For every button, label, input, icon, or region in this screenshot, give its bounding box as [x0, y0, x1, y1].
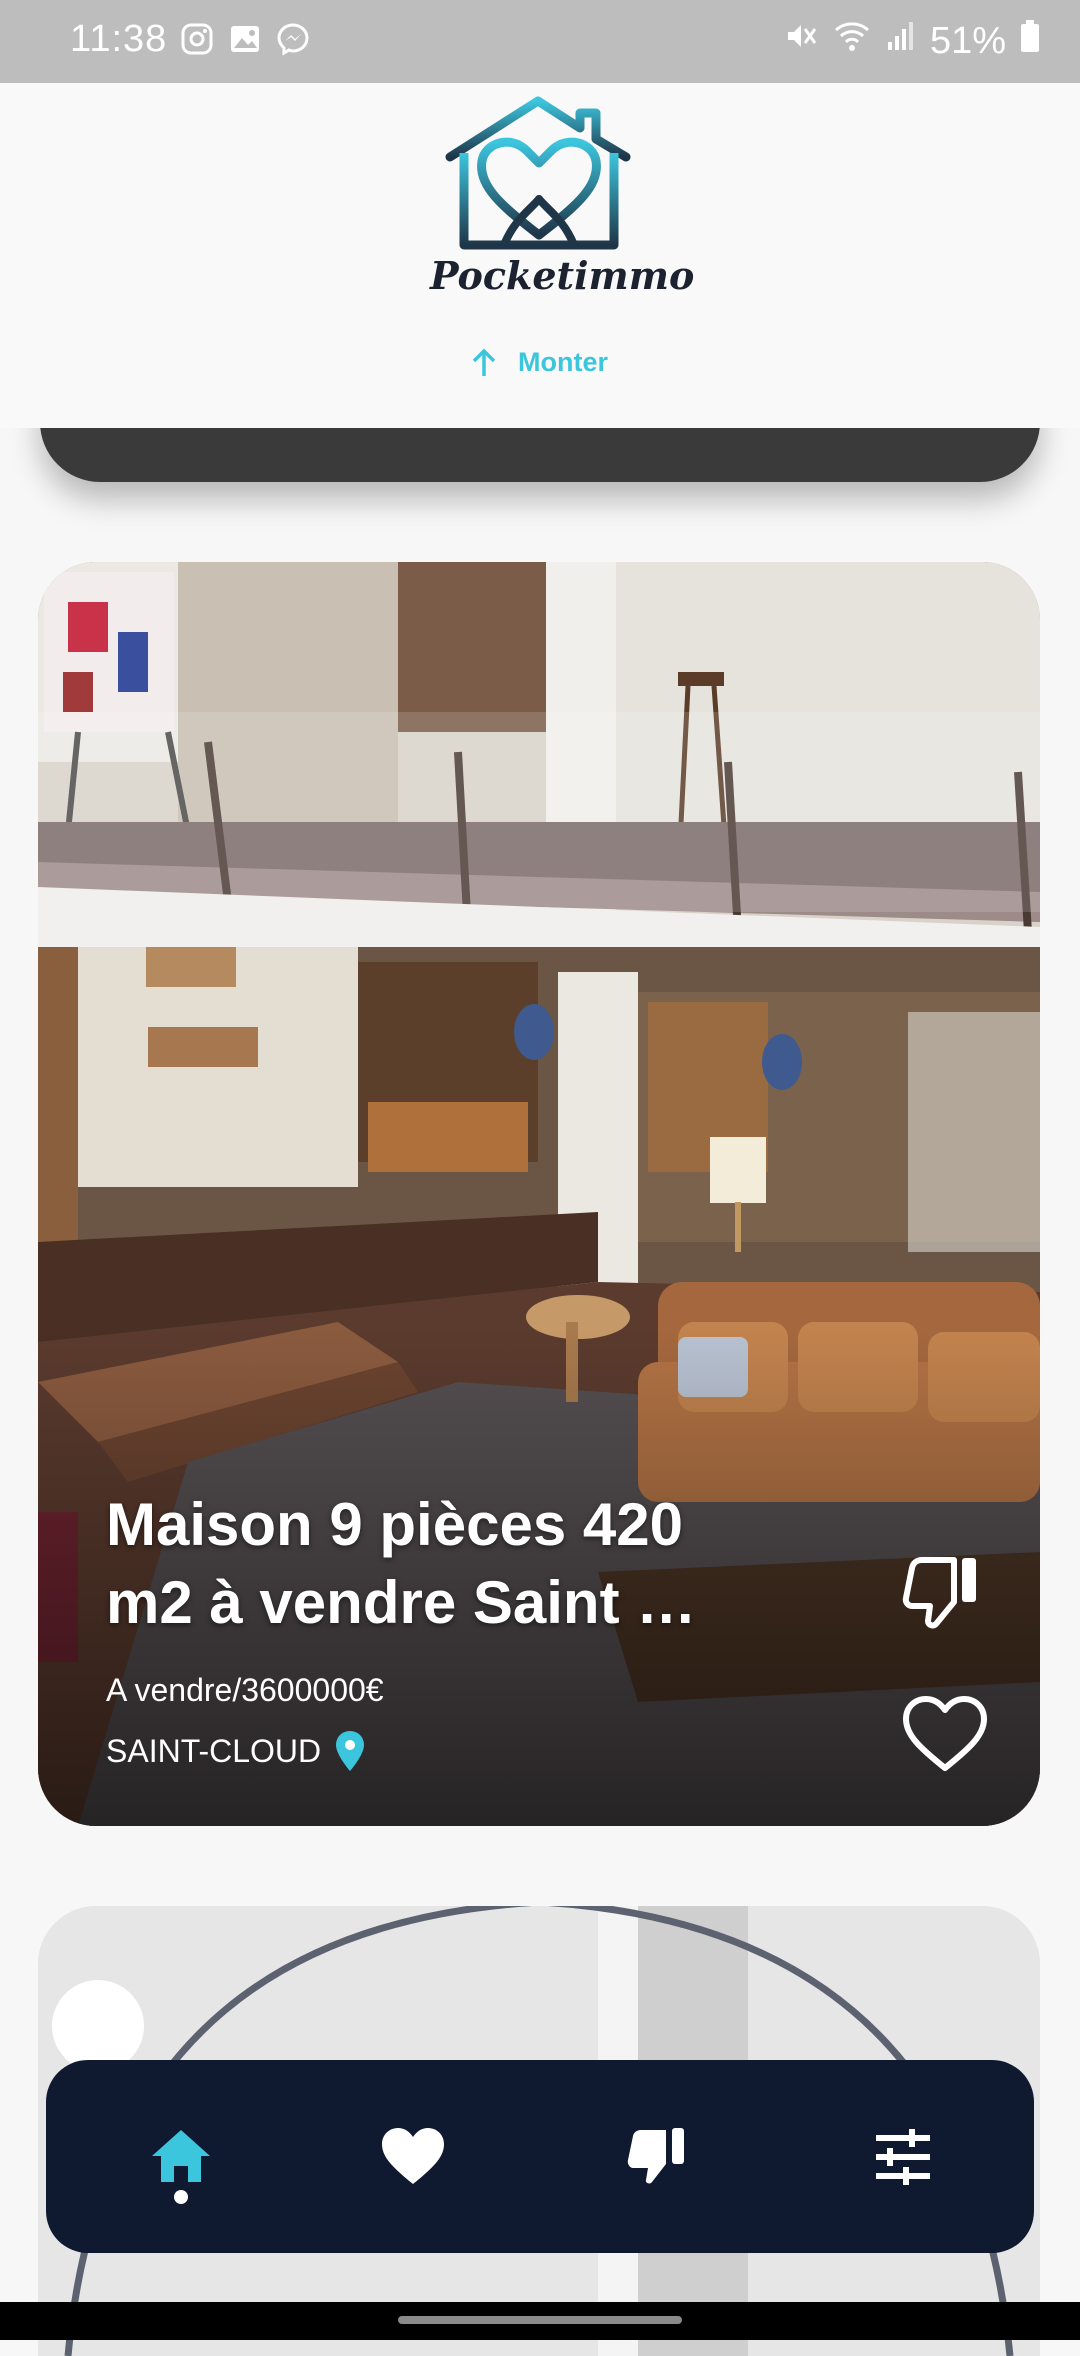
home-icon	[152, 2130, 210, 2182]
heart-outline-icon	[903, 1696, 987, 1771]
battery-icon	[1020, 18, 1040, 64]
heart-icon	[382, 2128, 444, 2184]
app-header: Pocketimmo Monter	[0, 83, 1080, 428]
bottom-navigation	[46, 2060, 1034, 2253]
nav-home[interactable]	[144, 2120, 218, 2194]
gallery-icon	[228, 22, 262, 56]
status-bar: 11:38 51%	[0, 0, 1080, 83]
signal-icon	[886, 18, 916, 64]
wifi-icon	[832, 18, 872, 64]
gesture-handle[interactable]	[398, 2316, 682, 2324]
scroll-up-button[interactable]: Monter	[470, 347, 608, 378]
messenger-icon	[276, 22, 310, 56]
status-notification-icons	[180, 22, 310, 56]
scroll-up-label: Monter	[518, 347, 608, 377]
nav-active-indicator	[174, 2190, 188, 2204]
status-time: 11:38	[70, 18, 168, 60]
listing-city: SAINT-CLOUD	[106, 1732, 322, 1769]
listing-location: SAINT-CLOUD	[106, 1730, 365, 1772]
arrow-up-icon	[472, 348, 496, 376]
listing-title: Maison 9 pièces 420 m2 à vendre Saint …	[106, 1491, 697, 1636]
listing-price: A vendre/3600000€	[106, 1672, 384, 1708]
battery-percent: 51%	[929, 19, 1006, 62]
mute-icon	[782, 18, 818, 64]
thumbs-down-icon	[627, 2128, 684, 2184]
nav-filters[interactable]	[866, 2120, 940, 2194]
nav-dislikes[interactable]	[620, 2120, 694, 2194]
system-navigation-bar	[0, 2302, 1080, 2340]
status-system-icons: 51%	[782, 18, 1040, 64]
house-heart-logo-icon	[445, 96, 631, 250]
thumbs-down-outline-icon	[902, 1557, 976, 1629]
listing-card[interactable]: Maison 9 pièces 420 m2 à vendre Saint … …	[38, 562, 1040, 1826]
dislike-button[interactable]	[896, 1548, 986, 1638]
filters-icon	[876, 2129, 930, 2185]
instagram-icon	[180, 22, 214, 56]
nav-favorites[interactable]	[376, 2120, 450, 2194]
logo-text: Pocketimmo	[430, 253, 695, 298]
location-pin-icon	[336, 1731, 365, 1771]
pocketimmo-logo: Pocketimmo	[430, 95, 695, 335]
like-button[interactable]	[900, 1690, 990, 1780]
